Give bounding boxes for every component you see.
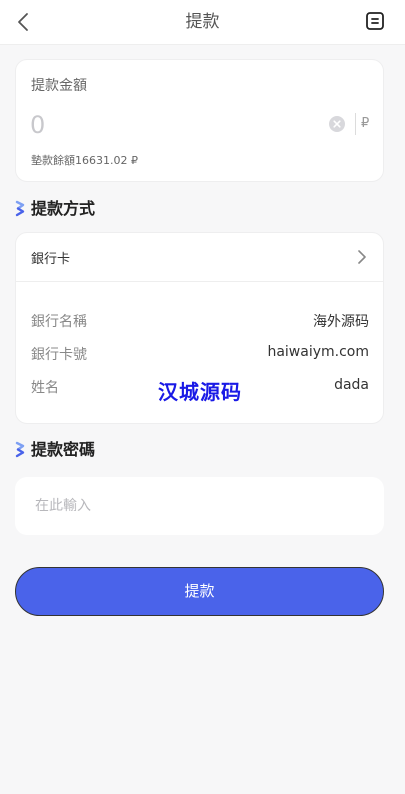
bank-card-selector-label: 銀行卡 [31, 252, 71, 267]
password-card [15, 477, 384, 535]
watermark-text: 汉城源码 [158, 380, 242, 404]
amount-label: 提款金額 [31, 78, 87, 94]
info-key: 銀行名稱 [31, 314, 87, 330]
chevron-right-icon [358, 250, 366, 264]
section-title: 提款方式 [31, 199, 96, 218]
info-row-card-number: 銀行卡號 haiwaiym.com [31, 344, 369, 366]
section-marker-icon [15, 441, 25, 458]
info-key: 銀行卡號 [31, 347, 87, 363]
page-title: 提款 [185, 12, 220, 32]
info-value: dada [334, 377, 369, 393]
section-marker-icon [15, 200, 25, 217]
clear-icon[interactable] [329, 116, 345, 132]
currency-symbol: ₽ [361, 116, 370, 131]
amount-divider [355, 113, 356, 135]
bank-card-selector[interactable]: 銀行卡 [16, 233, 383, 282]
amount-input[interactable] [30, 108, 310, 142]
info-value: haiwaiym.com [267, 344, 369, 360]
info-key: 姓名 [31, 380, 59, 396]
section-title: 提款密碼 [31, 440, 96, 459]
record-list-icon[interactable] [365, 11, 385, 31]
top-nav-bar: 提款 [0, 0, 405, 45]
info-row-bank-name: 銀行名稱 海外源码 [31, 311, 369, 333]
amount-card: 提款金額 ₽ 墊款餘額16631.02 ₽ [15, 59, 384, 182]
withdraw-submit-button[interactable]: 提款 [15, 567, 384, 616]
info-value: 海外源码 [313, 314, 369, 330]
balance-text: 墊款餘額16631.02 ₽ [31, 154, 138, 167]
password-input[interactable] [35, 491, 365, 521]
